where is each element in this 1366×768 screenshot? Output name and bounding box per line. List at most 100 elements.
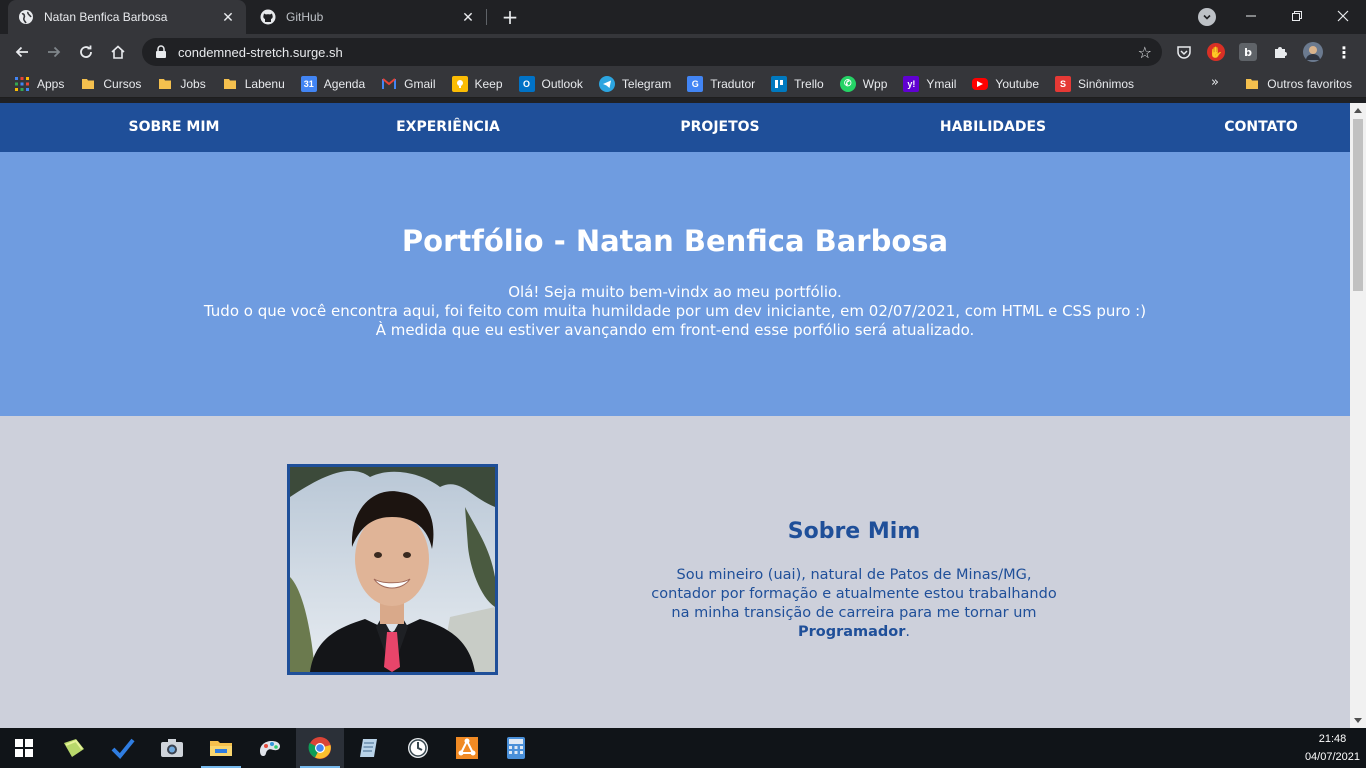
tab-title: GitHub [286, 10, 324, 24]
taskbar-chrome[interactable] [296, 728, 344, 768]
windows-logo-icon [15, 739, 33, 757]
clock-time: 21:48 [1318, 733, 1347, 745]
profile-avatar[interactable] [1303, 42, 1323, 62]
taskbar-network-app[interactable] [443, 728, 491, 768]
tab-title: Natan Benfica Barbosa [44, 10, 168, 24]
calendar-icon: 31 [300, 75, 317, 92]
star-icon[interactable]: ☆ [1138, 43, 1152, 62]
close-window-button[interactable] [1320, 0, 1366, 32]
hero-greeting: Olá! Seja muito bem-vindx ao meu portfól… [508, 283, 842, 301]
close-icon [1337, 10, 1349, 22]
youtube-icon [972, 77, 989, 90]
gmail-icon [381, 76, 397, 92]
bookmark-outros-favoritos[interactable]: Outros favoritos [1244, 70, 1352, 98]
start-button[interactable] [0, 728, 48, 768]
bookmark-cursos[interactable]: Cursos [80, 76, 141, 92]
windows-taskbar: 21:48 04/07/2021 [0, 728, 1366, 768]
outlook-icon: O [518, 75, 535, 92]
close-tab-icon[interactable]: ✕ [220, 9, 236, 25]
forward-button[interactable] [42, 40, 66, 64]
folder-icon [222, 76, 238, 92]
bookmark-gmail[interactable]: Gmail [381, 76, 436, 92]
tab-natan-benfica-barbosa[interactable]: Natan Benfica Barbosa ✕ [8, 0, 246, 34]
more-menu-icon[interactable]: ⋮ [1335, 43, 1353, 62]
folder-icon [1244, 76, 1260, 92]
nav-link-contato[interactable]: CONTATO [1224, 103, 1298, 152]
system-clock[interactable]: 21:48 04/07/2021 [1305, 730, 1360, 766]
tab-github[interactable]: GitHub ✕ [250, 0, 486, 34]
browser-toolbar: condemned-stretch.surge.sh ☆ ✋ b ⋮ [0, 34, 1366, 70]
bookmark-ymail[interactable]: y! Ymail [903, 75, 956, 92]
keep-icon [451, 75, 468, 92]
telegram-icon [598, 75, 615, 92]
bookmark-agenda[interactable]: 31 Agenda [300, 75, 365, 92]
home-button[interactable] [106, 40, 130, 64]
chrome-icon [308, 737, 331, 759]
page-scrollbar[interactable] [1350, 103, 1366, 728]
bookmark-tradutor[interactable]: G Tradutor [687, 75, 755, 92]
tab-search-button[interactable] [1198, 8, 1216, 26]
arrow-right-icon [48, 46, 61, 58]
calculator-icon [507, 737, 525, 759]
nav-link-experiencia[interactable]: EXPERIÊNCIA [396, 103, 500, 152]
close-tab-icon[interactable]: ✕ [460, 9, 476, 25]
bookmark-trello[interactable]: Trello [771, 75, 824, 92]
clock-date: 04/07/2021 [1304, 751, 1360, 763]
scrollbar-thumb[interactable] [1353, 119, 1363, 291]
whatsapp-icon: ✆ [839, 75, 856, 92]
bookmark-labenu[interactable]: Labenu [222, 76, 285, 92]
bookmark-apps[interactable]: Apps [14, 76, 64, 92]
taskbar-camera[interactable] [148, 728, 196, 768]
nav-link-sobre-mim[interactable]: SOBRE MIM [129, 103, 220, 152]
about-heading: Sobre Mim [787, 519, 921, 544]
folder-icon [210, 741, 232, 756]
bookmark-keep[interactable]: Keep [451, 75, 503, 92]
scroll-down-icon[interactable] [1354, 718, 1362, 723]
bookmarks-bar: Apps Cursos Jobs Labenu 31 Agenda Gmail … [0, 70, 1366, 98]
reload-button[interactable] [74, 40, 98, 64]
scroll-up-icon[interactable] [1354, 108, 1362, 113]
taskbar-calculator[interactable] [492, 728, 540, 768]
taskbar-file-explorer[interactable] [197, 728, 245, 768]
checkmark-icon [111, 738, 135, 759]
taskbar-notes-app[interactable] [345, 728, 393, 768]
network-diagram-icon [456, 737, 478, 759]
browser-tab-strip: Natan Benfica Barbosa ✕ GitHub ✕ + [0, 0, 1366, 34]
bookmark-sinonimos[interactable]: S Sinônimos [1055, 75, 1134, 92]
taskbar-todo[interactable] [99, 728, 147, 768]
b-extension-icon[interactable]: b [1239, 43, 1257, 61]
reload-icon [80, 45, 92, 58]
new-tab-button[interactable]: + [498, 5, 522, 29]
adblock-icon[interactable]: ✋ [1207, 43, 1225, 61]
puzzle-icon[interactable] [1271, 43, 1289, 61]
more-bookmarks-icon[interactable]: » [1211, 75, 1219, 90]
sinonimos-icon: S [1055, 75, 1072, 92]
about-section: Sobre Mim Sou mineiro (uai), natural de … [0, 416, 1350, 728]
taskbar-snip-sketch[interactable] [246, 728, 294, 768]
minimize-button[interactable] [1228, 0, 1274, 32]
taskbar-clock-app[interactable] [394, 728, 442, 768]
about-bio: Sou mineiro (uai), natural de Patos de M… [651, 567, 1057, 640]
bookmark-youtube[interactable]: Youtube [972, 77, 1039, 91]
site-navbar: SOBRE MIM EXPERIÊNCIA PROJETOS HABILIDAD… [0, 103, 1350, 152]
minimize-icon [1246, 15, 1256, 17]
taskbar-sticky-notes[interactable] [50, 728, 98, 768]
back-button[interactable] [10, 40, 34, 64]
tab-separator [486, 9, 487, 25]
trello-icon [771, 75, 788, 92]
pocket-icon[interactable] [1175, 43, 1193, 61]
translate-icon: G [687, 75, 704, 92]
bookmark-wpp[interactable]: ✆ Wpp [839, 75, 887, 92]
url-text: condemned-stretch.surge.sh [178, 44, 343, 60]
hero-description: Tudo o que você encontra aqui, foi feito… [203, 302, 1147, 320]
bookmark-outlook[interactable]: O Outlook [518, 75, 583, 92]
highlight-programador: Programador [797, 624, 906, 640]
notes-app-icon [360, 739, 377, 757]
bookmark-jobs[interactable]: Jobs [157, 76, 206, 92]
restore-button[interactable] [1274, 0, 1320, 32]
yahoo-icon: y! [903, 75, 920, 92]
address-bar[interactable]: condemned-stretch.surge.sh ☆ [142, 38, 1162, 66]
nav-link-projetos[interactable]: PROJETOS [680, 103, 759, 152]
nav-link-habilidades[interactable]: HABILIDADES [940, 103, 1046, 152]
bookmark-telegram[interactable]: Telegram [598, 75, 671, 92]
